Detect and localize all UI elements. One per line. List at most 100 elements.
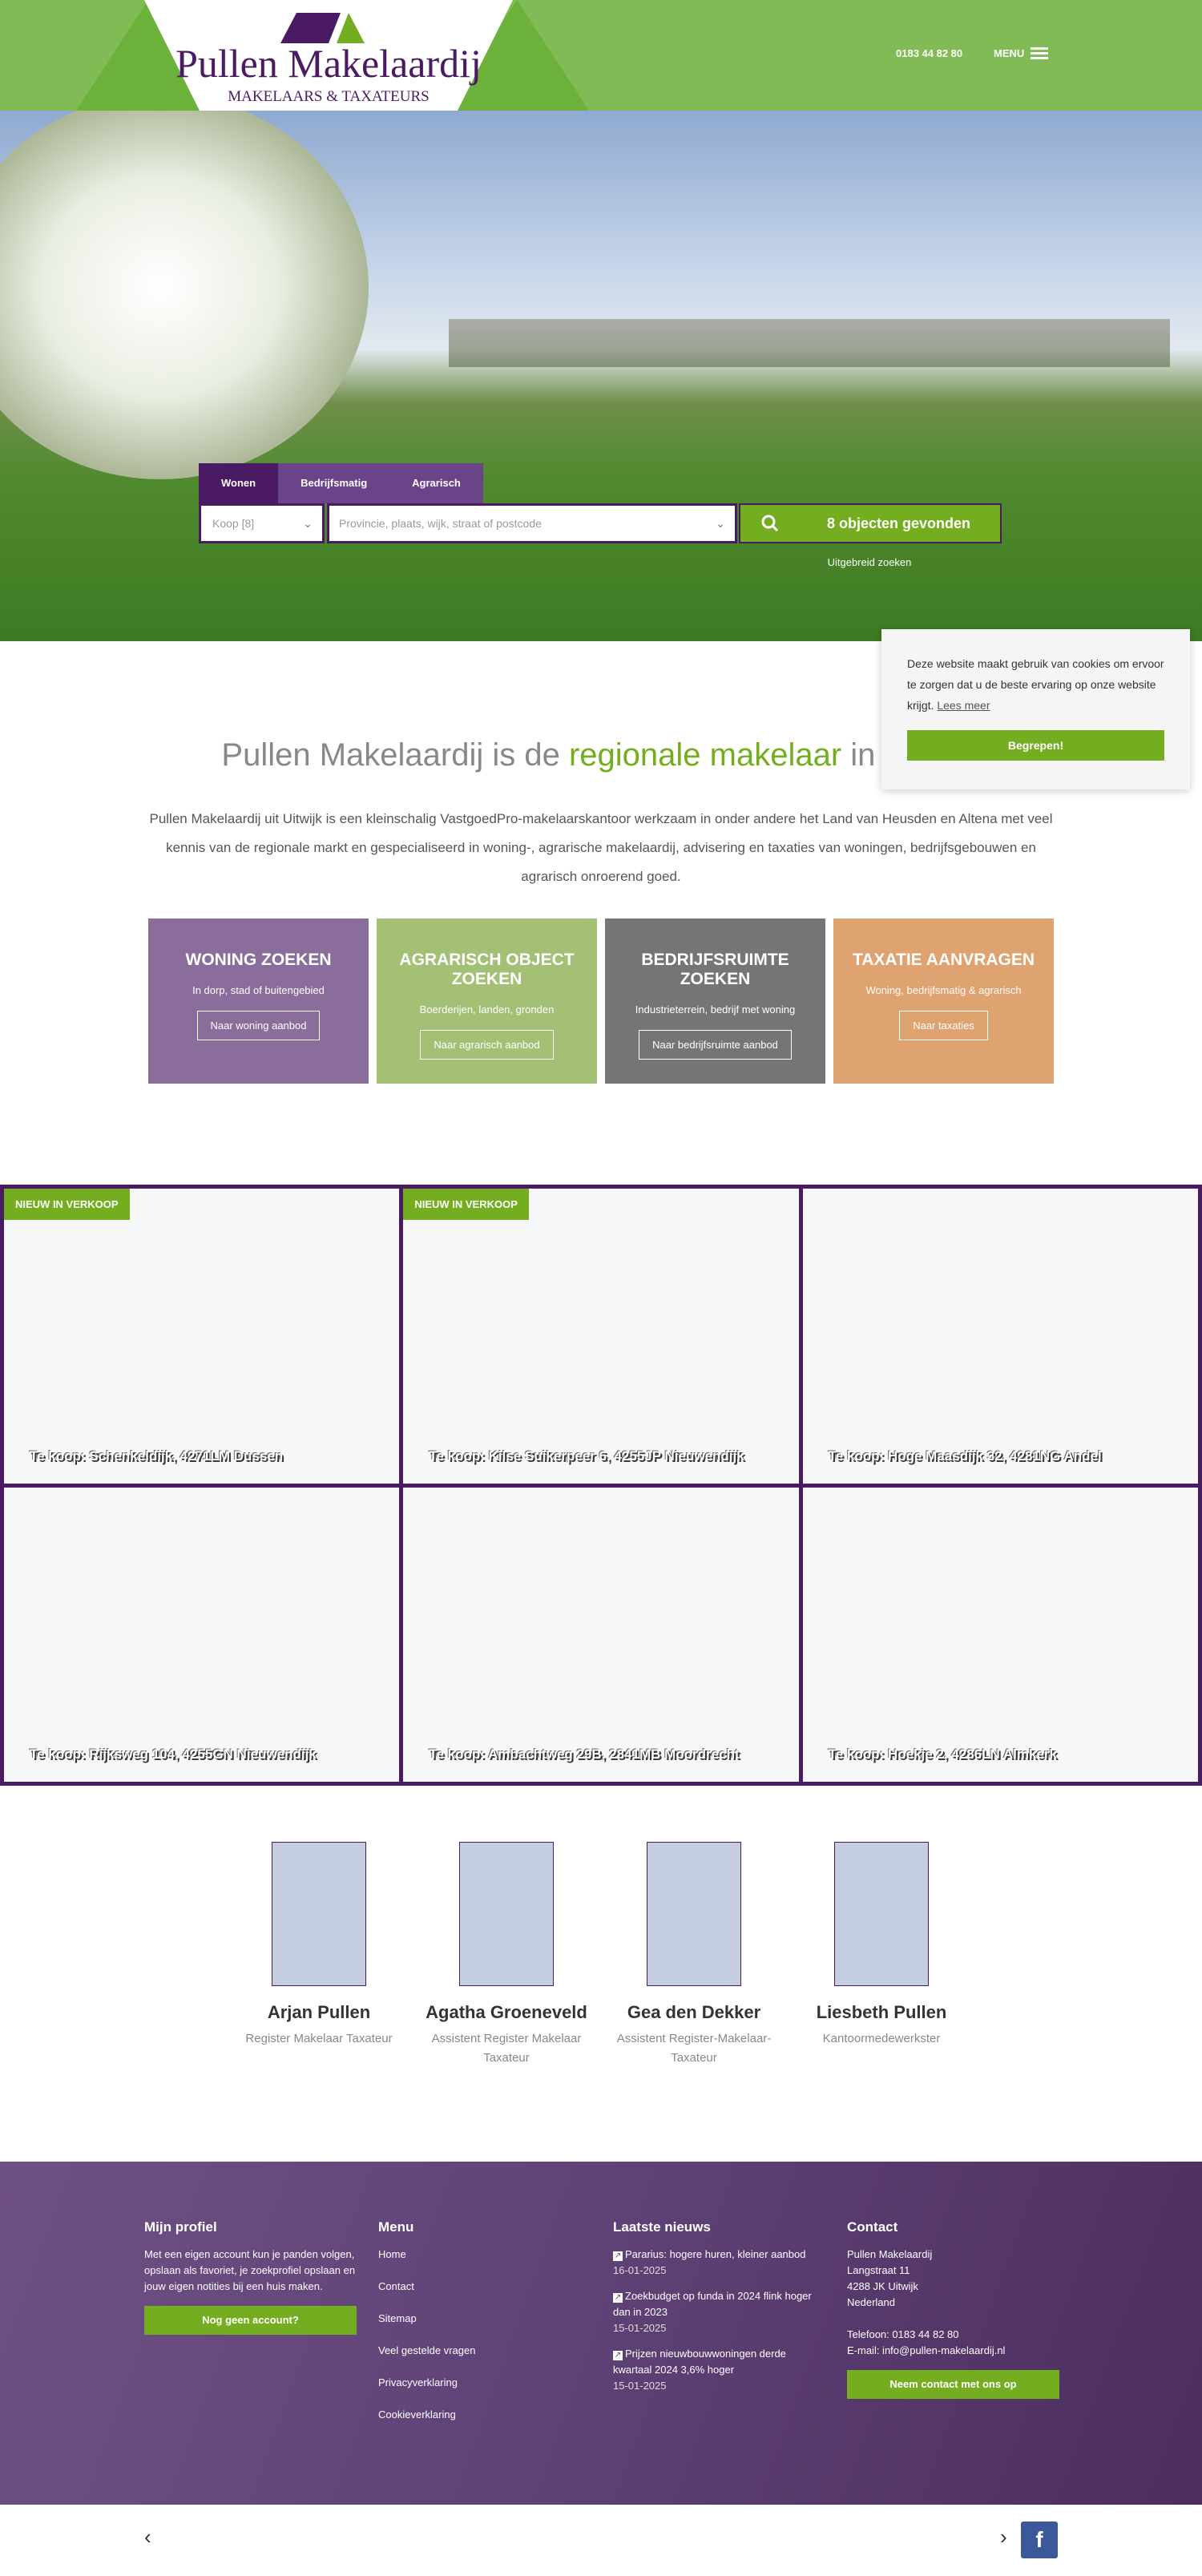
news-date: 15-01-2025 — [613, 2380, 667, 2392]
logo[interactable]: Pullen Makelaardij — [160, 40, 497, 87]
news-item[interactable]: ↗ Prijzen nieuwbouwwoningen derde kwartaa… — [613, 2346, 825, 2394]
facebook-icon[interactable]: f — [1021, 2521, 1058, 2558]
external-link-icon: ↗ — [613, 2251, 623, 2261]
type-select-value: Koop [8] — [212, 517, 255, 530]
team-photo — [272, 1842, 366, 1986]
footer-menu-item[interactable]: Veel gestelde vragen — [378, 2343, 591, 2359]
external-link-icon: ↗ — [613, 2293, 623, 2303]
footer-heading: Contact — [847, 2219, 898, 2235]
news-title: Prijzen nieuwbouwwoningen derde kwartaal… — [613, 2348, 786, 2376]
footer-news: Laatste nieuws ↗ Pararius: hogere huren, … — [613, 2219, 825, 2404]
location-input[interactable]: Provincie, plaats, wijk, straat of postc… — [327, 503, 737, 543]
news-title: Zoekbudget op funda in 2024 flink hoger … — [613, 2290, 812, 2318]
listing-card[interactable]: Te koop: Ambachtweg 29B, 2841MB Moordrec… — [403, 1487, 799, 1782]
chevron-down-icon: ⌄ — [303, 517, 313, 530]
contact-line: Langstraat 11 — [847, 2264, 910, 2276]
news-item[interactable]: ↗ Pararius: hogere huren, kleiner aanbod 1… — [613, 2247, 825, 2279]
hamburger-icon — [1031, 45, 1049, 62]
contact-phone[interactable]: Telefoon: 0183 44 82 80 — [847, 2327, 1059, 2343]
search-button-label: 8 objecten gevonden — [827, 515, 971, 531]
team-role: Assistent Register-Makelaar-Taxateur — [616, 2032, 772, 2065]
card-button[interactable]: Naar agrarisch aanbod — [420, 1030, 554, 1060]
team-role: Register Makelaar Taxateur — [245, 2032, 393, 2045]
menu-button[interactable]: MENU — [994, 45, 1049, 62]
external-link-icon: ↗ — [613, 2351, 623, 2360]
listing-caption: Te koop: Hoge Maasdijk 32, 4281NG Andel — [828, 1447, 1102, 1464]
contact-button[interactable]: Neem contact met ons op — [847, 2370, 1059, 2399]
contact-email[interactable]: E-mail: info@pullen-makelaardij.nl — [847, 2343, 1059, 2359]
footer-menu-item[interactable]: Home — [378, 2247, 591, 2263]
card-button[interactable]: Naar woning aanbod — [196, 1011, 321, 1040]
tab-agrarisch[interactable]: Agrarisch — [389, 463, 483, 503]
listings-grid: NIEUW IN VERKOOP Te koop: Schenkeldijk, 4… — [0, 1185, 1202, 1786]
village — [449, 319, 1170, 367]
team-photo — [834, 1842, 929, 1986]
category-card[interactable]: BEDRIJFSRUIMTE ZOEKEN Industrieterrein, b… — [605, 919, 825, 1084]
cookie-read-more-link[interactable]: Lees meer — [937, 699, 990, 712]
search-icon — [761, 515, 779, 532]
footer-profile-text: Met een eigen account kun je panden volg… — [144, 2248, 356, 2292]
card-subtitle: Industrieterrein, bedrijf met woning — [635, 1003, 796, 1015]
listing-card[interactable]: Te koop: Hoge Maasdijk 32, 4281NG Andel — [802, 1189, 1198, 1484]
listing-caption: Te koop: Schenkeldijk, 4271LM Dussen — [30, 1447, 284, 1464]
logo-tagline: MAKELAARS & TAXATEURS — [228, 88, 430, 105]
news-date: 16-01-2025 — [613, 2264, 667, 2276]
contact-line: 4288 JK Uitwijk — [847, 2280, 918, 2292]
type-select[interactable]: Koop [8] ⌄ — [199, 503, 325, 543]
news-item[interactable]: ↗ Zoekbudget op funda in 2024 flink hoger… — [613, 2288, 825, 2336]
header-phone[interactable]: 0183 44 82 80 — [896, 47, 962, 59]
listing-card[interactable]: Te koop: Rijksweg 104, 4255GN Nieuwendij… — [4, 1487, 400, 1782]
team-name: Agatha Groeneveld — [426, 2002, 587, 2022]
search-tabs: Wonen Bedrijfsmatig Agrarisch — [199, 463, 483, 503]
footer-profile: Mijn profiel Met een eigen account kun j… — [144, 2219, 357, 2335]
team-role: Kantoormedewerkster — [822, 2032, 941, 2045]
logo-house-icon — [280, 13, 365, 43]
card-button[interactable]: Naar taxaties — [899, 1011, 988, 1040]
create-account-button[interactable]: Nog geen account? — [144, 2306, 357, 2335]
team-member: Gea den Dekker Assistent Register-Makelaa… — [602, 1842, 786, 2068]
card-subtitle: In dorp, stad of buitengebied — [192, 984, 325, 996]
card-button[interactable]: Naar bedrijfsruimte aanbod — [639, 1030, 792, 1060]
listing-card[interactable]: NIEUW IN VERKOOP Te koop: Schenkeldijk, 4… — [4, 1189, 400, 1484]
footer-menu-item[interactable]: Privacyverklaring — [378, 2375, 591, 2391]
team-photo — [459, 1842, 554, 1986]
card-title: AGRARISCH OBJECT ZOEKEN — [399, 951, 575, 988]
chevron-right-icon[interactable]: › — [1000, 2525, 1007, 2550]
contact-line: Nederland — [847, 2296, 895, 2308]
hero-image — [0, 111, 1202, 641]
location-placeholder: Provincie, plaats, wijk, straat of postc… — [339, 517, 542, 530]
team-member: Agatha Groeneveld Assistent Register Make… — [414, 1842, 599, 2068]
tab-wonen[interactable]: Wonen — [199, 463, 279, 503]
news-title: Pararius: hogere huren, kleiner aanbod — [625, 2248, 806, 2260]
card-title: TAXATIE AANVRAGEN — [852, 951, 1035, 969]
team-name: Gea den Dekker — [627, 2002, 761, 2022]
team-member: Liesbeth Pullen Kantoormedewerkster — [789, 1842, 974, 2049]
category-card[interactable]: TAXATIE AANVRAGEN Woning, bedrijfsmatig &… — [833, 919, 1054, 1084]
menu-label: MENU — [994, 47, 1025, 59]
footer-menu-item[interactable]: Cookieverklaring — [378, 2407, 591, 2423]
team-photo — [647, 1842, 741, 1986]
footer-menu-item[interactable]: Contact — [378, 2279, 591, 2295]
team-role: Assistent Register Makelaar Taxateur — [431, 2032, 582, 2065]
new-badge: NIEUW IN VERKOOP — [4, 1189, 130, 1220]
category-card[interactable]: WONING ZOEKEN In dorp, stad of buitengebi… — [148, 919, 369, 1084]
listing-card[interactable]: NIEUW IN VERKOOP Te koop: Kilse Suikerpee… — [403, 1189, 799, 1484]
tab-bedrijfsmatig[interactable]: Bedrijfsmatig — [278, 463, 390, 503]
team-member: Arjan Pullen Register Makelaar Taxateur — [227, 1842, 411, 2049]
category-card[interactable]: AGRARISCH OBJECT ZOEKEN Boerderijen, land… — [377, 919, 597, 1084]
chevron-left-icon[interactable]: ‹ — [144, 2525, 151, 2550]
cookie-banner: Deze website maakt gebruik van cookies o… — [881, 629, 1190, 789]
search-button[interactable]: 8 objecten gevonden — [739, 503, 1002, 543]
contact-line: Pullen Makelaardij — [847, 2248, 933, 2260]
listing-caption: Te koop: Hoekje 2, 4286LN Almkerk — [828, 1746, 1057, 1762]
chevron-down-icon: ⌄ — [716, 517, 725, 530]
new-badge: NIEUW IN VERKOOP — [403, 1189, 529, 1220]
team-name: Arjan Pullen — [267, 2002, 371, 2022]
cookie-accept-button[interactable]: Begrepen! — [907, 730, 1164, 761]
footer-menu-item[interactable]: Sitemap — [378, 2311, 591, 2327]
listing-caption: Te koop: Rijksweg 104, 4255GN Nieuwendij… — [30, 1746, 317, 1762]
listing-card[interactable]: Te koop: Hoekje 2, 4286LN Almkerk — [802, 1487, 1198, 1782]
blossom-tree — [0, 111, 369, 479]
footer-menu: Menu Home Contact Sitemap Veel gestelde vra… — [378, 2219, 591, 2439]
advanced-search-link[interactable]: Uitgebreid zoeken — [801, 556, 938, 568]
